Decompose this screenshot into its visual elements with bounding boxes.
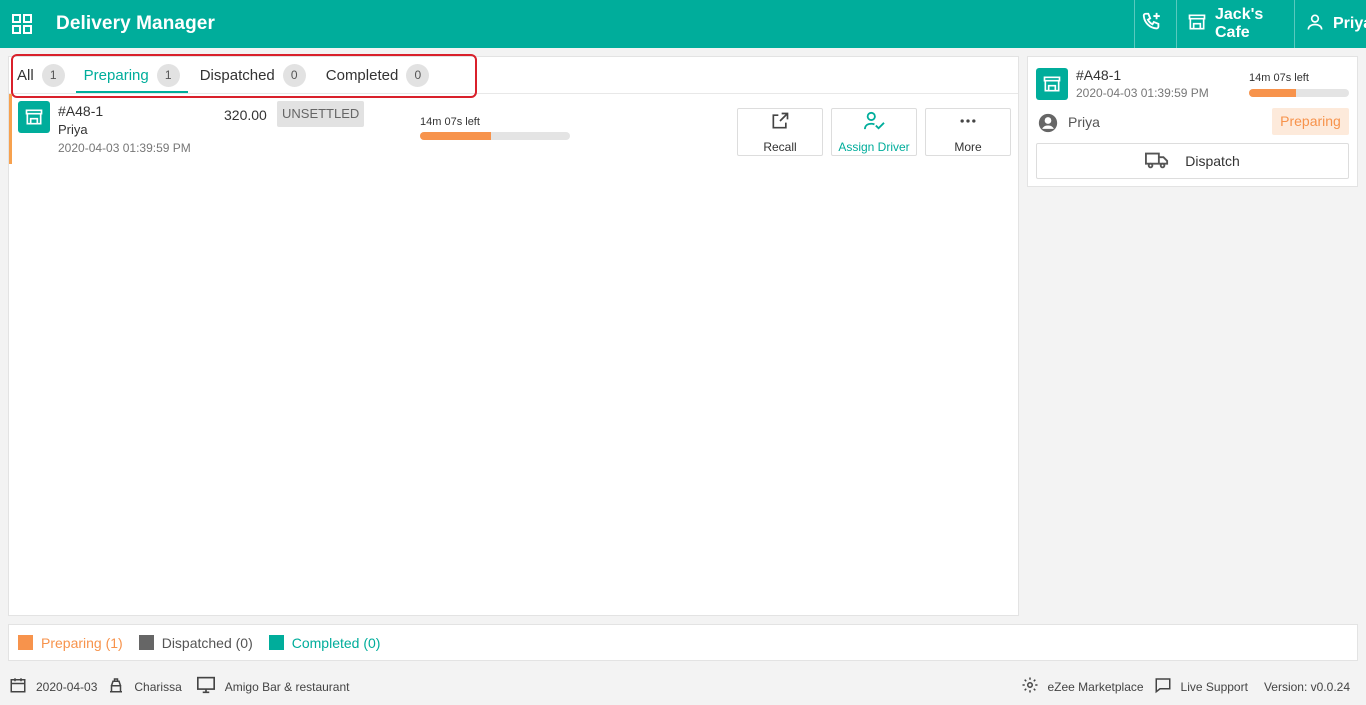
footer-waiter-label: Charissa	[134, 679, 182, 694]
user-menu[interactable]: Priya	[1294, 0, 1366, 48]
tab-count: 1	[156, 63, 180, 87]
live-support-link[interactable]: Live Support	[1154, 676, 1248, 697]
legend-dispatched: Dispatched (0)	[138, 634, 253, 651]
tab-completed[interactable]: Completed 0	[318, 57, 438, 94]
detail-customer: Priya	[1068, 114, 1100, 130]
tab-preparing[interactable]: Preparing 1	[75, 57, 188, 94]
detail-time-left: 14m 07s left	[1249, 72, 1309, 84]
legend-preparing: Preparing (1)	[18, 635, 123, 651]
recall-button[interactable]: Recall	[737, 108, 823, 156]
marketplace-link[interactable]: eZee Marketplace	[1021, 676, 1144, 697]
marketplace-label: eZee Marketplace	[1047, 679, 1144, 694]
tab-all[interactable]: All 1	[9, 57, 73, 94]
store-icon	[1036, 68, 1068, 100]
status-legend: Preparing (1) Dispatched (0) Completed (…	[8, 624, 1358, 661]
tab-dispatched[interactable]: Dispatched 0	[192, 57, 314, 94]
payment-status-badge: UNSETTLED	[277, 101, 365, 127]
outlet-name: Jack's Cafe	[1215, 6, 1264, 41]
detail-time-progress-bar	[1249, 89, 1349, 97]
order-customer: Priya	[58, 122, 88, 137]
more-button[interactable]: More	[925, 108, 1011, 156]
legend-completed: Completed (0)	[268, 634, 381, 651]
tab-label: Completed	[325, 66, 399, 84]
time-left: 14m 07s left	[420, 116, 480, 128]
status-tabs: All 1 Preparing 1 Dispatched 0 Completed…	[9, 54, 1018, 98]
monitor-icon	[196, 676, 225, 697]
chat-icon	[1154, 676, 1181, 697]
recall-label: Recall	[763, 139, 797, 154]
footer-date: 2020-04-03	[9, 676, 97, 697]
user-name: Priya	[1333, 15, 1366, 32]
tab-count: 1	[41, 63, 65, 87]
order-id: #A48-1	[58, 103, 104, 119]
add-call-button[interactable]	[1134, 0, 1176, 48]
tab-count: 0	[406, 63, 430, 87]
more-dots-icon	[958, 111, 978, 140]
customer-avatar-icon	[1038, 113, 1058, 138]
legend-label: Preparing (1)	[41, 634, 123, 651]
assign-driver-label: Assign Driver	[838, 139, 910, 154]
footer-date-label: 2020-04-03	[36, 679, 98, 694]
live-support-label: Live Support	[1180, 679, 1248, 694]
calendar-icon	[9, 676, 36, 697]
legend-label: Dispatched (0)	[161, 634, 253, 651]
status-badge: Preparing	[1272, 108, 1349, 135]
top-bar: Delivery Manager Jack's Cafe Priy	[0, 0, 1366, 48]
version-text: Version: v0.0.24	[1263, 679, 1350, 694]
assign-driver-button[interactable]: Assign Driver	[831, 108, 917, 156]
time-progress-fill	[420, 132, 491, 140]
order-date: 2020-04-03 01:39:59 PM	[58, 141, 191, 155]
order-amount: 320.00	[224, 107, 267, 123]
detail-order-date: 2020-04-03 01:39:59 PM	[1076, 86, 1209, 100]
status-footer: 2020-04-03 Charissa Amigo Bar & restaura…	[0, 668, 1366, 705]
detail-order-id: #A48-1	[1076, 67, 1122, 83]
more-label: More	[954, 139, 982, 154]
user-icon	[1305, 12, 1333, 37]
footer-outlet-label: Amigo Bar & restaurant	[224, 679, 350, 694]
gear-icon	[1021, 676, 1048, 697]
legend-swatch	[268, 635, 284, 650]
order-row[interactable]: #A48-1 Priya 2020-04-03 01:39:59 PM 320.…	[9, 94, 1018, 164]
orders-panel: All 1 Preparing 1 Dispatched 0 Completed…	[8, 54, 1019, 616]
dispatch-button[interactable]: Dispatch	[1036, 143, 1349, 179]
phone-plus-icon	[1141, 11, 1171, 38]
assign-user-icon	[863, 111, 885, 140]
dispatch-label: Dispatch	[1185, 153, 1240, 169]
tab-label: All	[17, 66, 34, 84]
tab-label: Dispatched	[199, 66, 275, 84]
external-link-icon	[770, 111, 790, 140]
footer-waiter: Charissa	[107, 675, 182, 698]
store-icon	[18, 101, 50, 133]
legend-label: Completed (0)	[291, 634, 381, 651]
order-detail-card: #A48-1 2020-04-03 01:39:59 PM 14m 07s le…	[1027, 56, 1358, 187]
outlet-selector[interactable]: Jack's Cafe	[1176, 0, 1294, 48]
legend-swatch	[18, 635, 33, 650]
waiter-icon	[107, 675, 134, 698]
legend-swatch	[138, 635, 154, 650]
tab-count: 0	[282, 63, 306, 87]
apps-grid-icon[interactable]	[0, 0, 44, 48]
truck-icon	[1145, 150, 1185, 173]
detail-time-progress-fill	[1249, 89, 1296, 97]
footer-outlet: Amigo Bar & restaurant	[196, 676, 350, 697]
time-progress-bar	[420, 132, 570, 140]
version-label: Version: v0.0.24	[1264, 680, 1350, 694]
tab-label: Preparing	[83, 66, 149, 84]
app-title: Delivery Manager	[56, 13, 215, 34]
store-icon	[1187, 12, 1215, 37]
